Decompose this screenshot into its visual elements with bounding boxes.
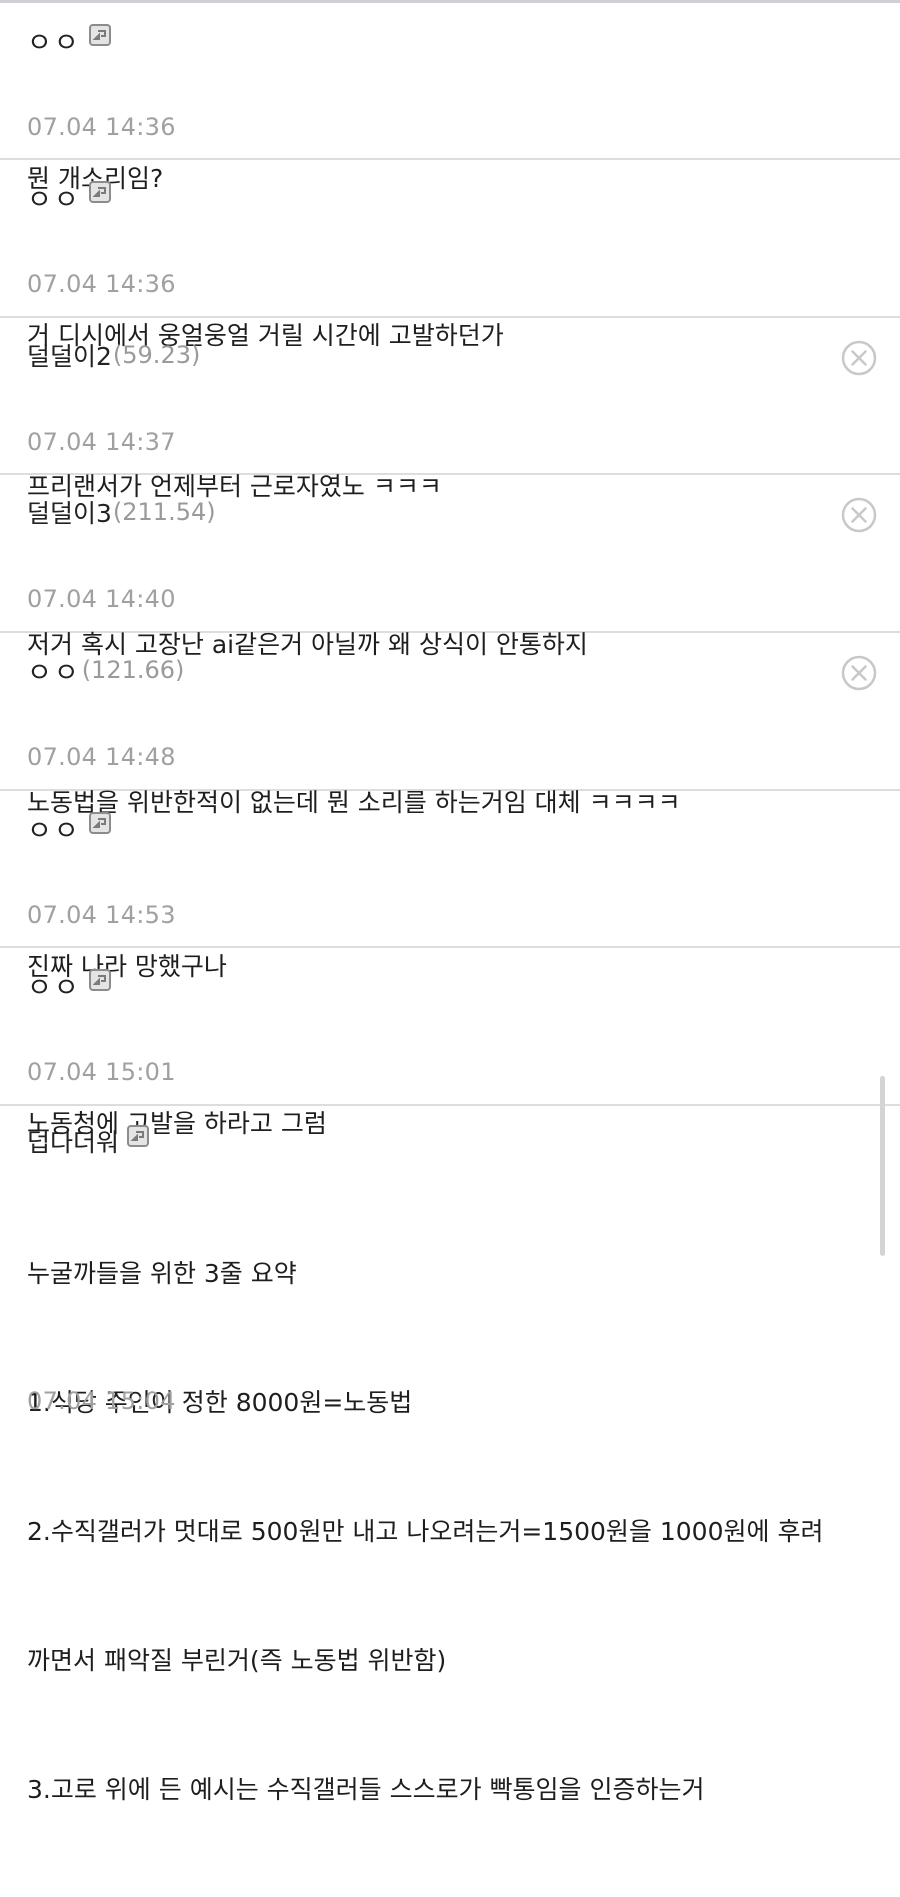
nickname[interactable]: ㅇㅇ bbox=[27, 21, 81, 60]
fixed-nickname-icon bbox=[88, 181, 111, 203]
fixed-nickname-icon bbox=[88, 969, 111, 991]
comment-date: 07.04 14:40 bbox=[27, 585, 176, 613]
comment-date: 07.04 15:04 bbox=[27, 1387, 176, 1415]
nickname[interactable]: 덥다더워 bbox=[27, 1123, 119, 1159]
comment-item: ㅇㅇ 거 디시에서 웅얼웅얼 거릴 시간에 고발하던가 07.04 14:36 bbox=[0, 160, 900, 350]
comment-author: ㅇㅇ (121.66) bbox=[27, 651, 184, 689]
nickname[interactable]: ㅇㅇ bbox=[27, 178, 81, 217]
comment-date: 07.04 14:36 bbox=[27, 270, 176, 298]
comment-author: ㅇㅇ bbox=[27, 178, 111, 216]
nickname[interactable]: ㅇㅇ bbox=[27, 651, 81, 690]
ip-address: (121.66) bbox=[81, 656, 185, 684]
nickname[interactable]: 덜덜이3 bbox=[27, 494, 112, 530]
comment-item: 덥다더워 누굴까들을 위한 3줄 요약 1.식당 주인이 정한 8000원=노동… bbox=[0, 1106, 900, 1804]
comment-date: 07.04 14:48 bbox=[27, 743, 176, 771]
comment-date: 07.04 14:37 bbox=[27, 428, 176, 456]
delete-icon[interactable] bbox=[841, 340, 877, 376]
comment-item: 덜덜이2 (59.23) 프리랜서가 언제부터 근로자였노 ㅋㅋㅋ 07.04 … bbox=[0, 318, 900, 501]
comment-date: 07.04 15:01 bbox=[27, 1058, 176, 1086]
comment-author: ㅇㅇ bbox=[27, 966, 111, 1004]
comment-item: ㅇㅇ 노동청에 고발을 하라고 그럼 07.04 15:01 bbox=[0, 948, 900, 1138]
comment-author: ㅇㅇ bbox=[27, 809, 111, 847]
nickname[interactable]: 덜덜이2 bbox=[27, 337, 112, 373]
comment-item: ㅇㅇ 뭔 개소리임? 07.04 14:36 bbox=[0, 3, 900, 193]
comment-date: 07.04 14:53 bbox=[27, 901, 176, 929]
fixed-nickname-icon bbox=[88, 812, 111, 834]
nickname[interactable]: ㅇㅇ bbox=[27, 966, 81, 1005]
comment-item: 덜덜이3 (211.54) 저거 혹시 고장난 ai같은거 아닐까 왜 상식이 … bbox=[0, 475, 900, 659]
delete-icon[interactable] bbox=[841, 655, 877, 691]
comment-item: ㅇㅇ 진짜 나라 망했구나 07.04 14:53 bbox=[0, 791, 900, 981]
delete-icon[interactable] bbox=[841, 497, 877, 533]
comment-item: ㅇㅇ (121.66) 노동법을 위반한적이 없는데 뭔 소리를 하는거임 대체… bbox=[0, 633, 900, 817]
fixed-nickname-icon bbox=[88, 24, 111, 46]
scrollbar-thumb[interactable] bbox=[880, 1076, 885, 1256]
comment-author: ㅇㅇ bbox=[27, 21, 111, 59]
comment-text-line: 까면서 패악질 부린거(즉 노동법 위반함) bbox=[27, 1646, 447, 1675]
comment-text-line: 누굴까들을 위한 3줄 요약 bbox=[27, 1259, 297, 1288]
comment-text-line: 3.고로 위에 든 예시는 수직갤러들 스스로가 빡통임을 인증하는거 bbox=[27, 1775, 705, 1804]
nickname[interactable]: ㅇㅇ bbox=[27, 809, 81, 848]
comment-author: 덥다더워 bbox=[27, 1122, 150, 1160]
ip-address: (211.54) bbox=[112, 498, 216, 526]
comment-text-line: 2.수직갤러가 멋대로 500원만 내고 나오려는거=1500원을 1000원에… bbox=[27, 1517, 824, 1546]
comment-author: 덜덜이3 (211.54) bbox=[27, 493, 216, 531]
ip-address: (59.23) bbox=[112, 341, 201, 369]
comment-body: 누굴까들을 위한 3줄 요약 1.식당 주인이 정한 8000원=노동법 2.수… bbox=[27, 1166, 823, 1897]
fixed-nickname-icon bbox=[127, 1125, 150, 1147]
comment-date: 07.04 14:36 bbox=[27, 113, 176, 141]
comment-author: 덜덜이2 (59.23) bbox=[27, 336, 200, 374]
